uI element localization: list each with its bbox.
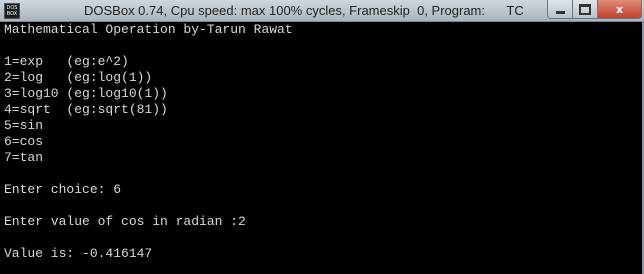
console-line-option-exp: 1=exp (eg:e^2) (4, 54, 129, 69)
console-line-choice-prompt: Enter choice: 6 (4, 182, 122, 197)
console-line-option-cos: 6=cos (4, 134, 44, 149)
console-line-option-tan: 7=tan (4, 150, 44, 165)
console-line-option-sqrt: 4=sqrt (eg:sqrt(81)) (4, 102, 168, 117)
minimize-button[interactable] (547, 0, 573, 19)
console-line-option-log10: 3=log10 (eg:log10(1)) (4, 86, 168, 101)
console-line-option-sin: 5=sin (4, 118, 44, 133)
close-icon: x (615, 2, 624, 16)
window-controls: x (547, 0, 642, 19)
console-line-option-log: 2=log (eg:log(1)) (4, 70, 153, 85)
title-bar[interactable]: DOS BOX DOSBox 0.74, Cpu speed: max 100%… (0, 0, 644, 22)
dosbox-window: DOS BOX DOSBox 0.74, Cpu speed: max 100%… (0, 0, 644, 274)
console-line-radian-prompt: Enter value of cos in radian :2 (4, 214, 246, 229)
minimize-icon (555, 10, 565, 14)
dosbox-app-icon[interactable]: DOS BOX (4, 3, 20, 19)
close-button[interactable]: x (598, 0, 642, 19)
window-title: DOSBox 0.74, Cpu speed: max 100% cycles,… (84, 3, 524, 18)
dos-console[interactable]: Mathematical Operation by-Tarun Rawat 1=… (0, 22, 644, 274)
maximize-button[interactable] (573, 0, 598, 19)
console-line-result: Value is: -0.416147 (4, 246, 153, 261)
console-line-heading: Mathematical Operation by-Tarun Rawat (4, 22, 293, 37)
maximize-icon (579, 3, 591, 15)
